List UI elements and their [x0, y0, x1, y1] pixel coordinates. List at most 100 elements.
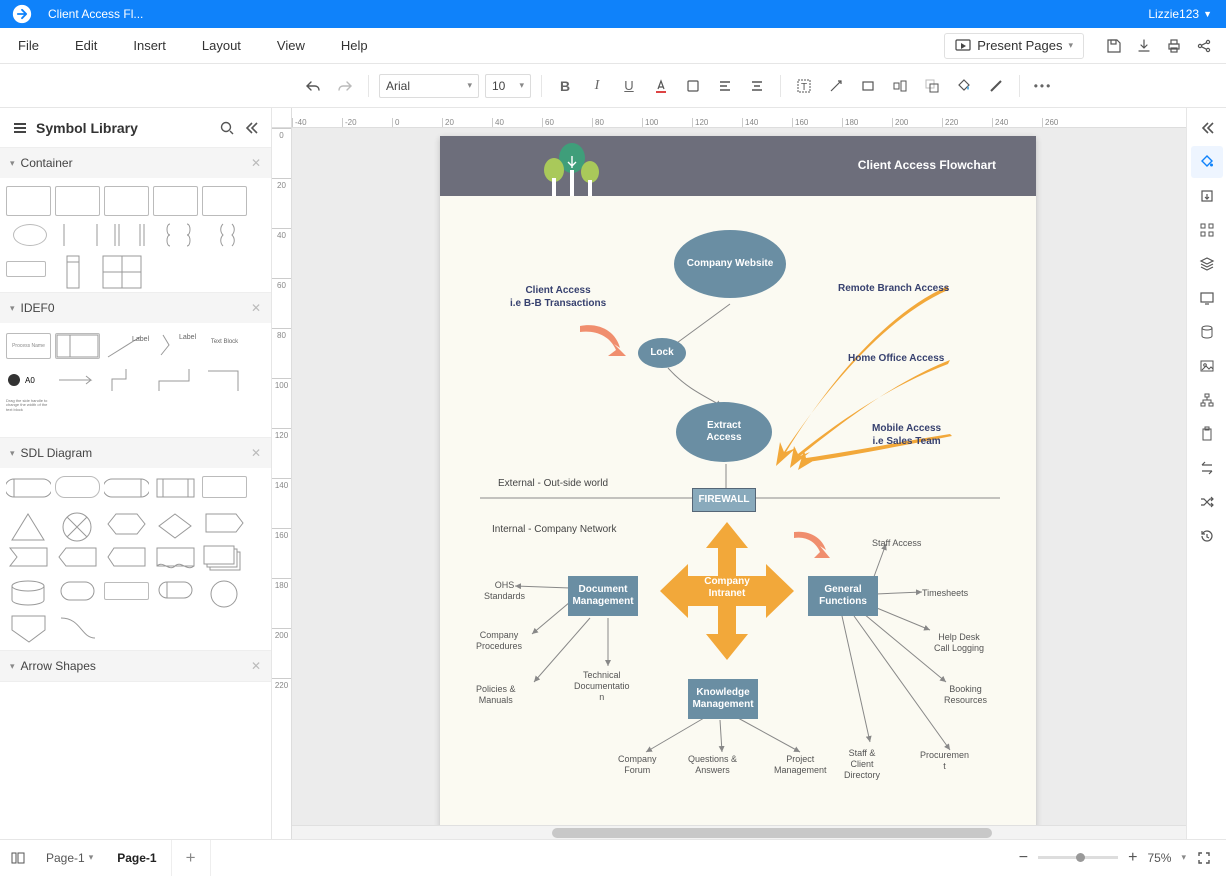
font-color-button[interactable]: [648, 73, 674, 99]
app-logo[interactable]: [0, 0, 44, 28]
save-icon[interactable]: [1106, 38, 1122, 54]
node-document-management[interactable]: Document Management: [568, 576, 638, 616]
close-icon[interactable]: ✕: [251, 659, 261, 673]
font-size-dropdown[interactable]: 10▾: [485, 74, 531, 98]
clipboard-icon[interactable]: [1191, 418, 1223, 450]
shape-item[interactable]: Drag the side handle to change the width…: [6, 399, 51, 429]
node-general-functions[interactable]: General Functions: [808, 576, 878, 616]
sitemap-icon[interactable]: [1191, 384, 1223, 416]
history-icon[interactable]: [1191, 520, 1223, 552]
text-tool-button[interactable]: T: [791, 73, 817, 99]
shape-item[interactable]: [205, 220, 250, 250]
shape-item[interactable]: [104, 365, 149, 395]
menu-insert[interactable]: Insert: [115, 28, 184, 64]
shape-item[interactable]: A0: [6, 365, 51, 395]
export-icon[interactable]: [1191, 180, 1223, 212]
font-family-dropdown[interactable]: Arial▾: [379, 74, 479, 98]
shape-item[interactable]: [104, 476, 149, 506]
shape-item[interactable]: Label: [153, 331, 198, 361]
image-icon[interactable]: [1191, 350, 1223, 382]
shape-item[interactable]: [107, 220, 152, 250]
shape-item[interactable]: [58, 220, 103, 250]
shape-item[interactable]: [202, 186, 247, 216]
search-icon[interactable]: [219, 120, 235, 136]
shape-item[interactable]: [6, 476, 51, 506]
section-header-sdl[interactable]: ▾SDL Diagram✕: [0, 438, 271, 468]
align-objects-button[interactable]: [887, 73, 913, 99]
shape-button[interactable]: [855, 73, 881, 99]
zoom-level[interactable]: 75%: [1147, 851, 1171, 865]
layers-icon[interactable]: [1191, 248, 1223, 280]
expand-panel-icon[interactable]: [1191, 112, 1223, 144]
style-fill-icon[interactable]: [1191, 146, 1223, 178]
close-icon[interactable]: ✕: [251, 156, 261, 170]
zoom-in-button[interactable]: +: [1128, 849, 1137, 867]
shape-item[interactable]: [55, 476, 100, 498]
shape-item[interactable]: Process Name: [6, 333, 51, 359]
menu-file[interactable]: File: [0, 28, 57, 64]
page-selector[interactable]: Page-1▾: [36, 851, 103, 865]
node-company-intranet[interactable]: Company Intranet: [694, 576, 760, 600]
connector-button[interactable]: [823, 73, 849, 99]
shape-item[interactable]: [153, 578, 198, 608]
collapse-panel-icon[interactable]: [243, 120, 259, 136]
zoom-out-button[interactable]: −: [1019, 849, 1028, 867]
user-menu[interactable]: Lizzie123 ▼: [1134, 7, 1226, 21]
outline-button[interactable]: [0, 850, 36, 866]
italic-button[interactable]: I: [584, 73, 610, 99]
group-button[interactable]: [919, 73, 945, 99]
shape-item[interactable]: [104, 186, 149, 216]
underline-button[interactable]: U: [616, 73, 642, 99]
shape-item[interactable]: [104, 544, 149, 574]
line-button[interactable]: [983, 73, 1009, 99]
node-company-website[interactable]: Company Website: [674, 230, 786, 298]
redo-button[interactable]: [332, 73, 358, 99]
shape-item[interactable]: [6, 186, 51, 216]
menu-help[interactable]: Help: [323, 28, 386, 64]
shape-item[interactable]: [13, 224, 47, 246]
shape-item[interactable]: [6, 578, 51, 608]
menu-layout[interactable]: Layout: [184, 28, 259, 64]
arrange-icon[interactable]: [1191, 452, 1223, 484]
shape-item[interactable]: [6, 510, 51, 540]
section-header-idef0[interactable]: ▾IDEF0✕: [0, 293, 271, 323]
shuffle-icon[interactable]: [1191, 486, 1223, 518]
shape-item[interactable]: [55, 186, 100, 216]
download-icon[interactable]: [1136, 38, 1152, 54]
canvas-area[interactable]: -40-200204060801001201401601802002202402…: [272, 108, 1186, 839]
horizontal-scrollbar[interactable]: [292, 825, 1186, 839]
undo-button[interactable]: [300, 73, 326, 99]
shape-item[interactable]: [153, 476, 198, 506]
shape-item[interactable]: [156, 220, 201, 250]
page-canvas[interactable]: Client Access Flowchart: [440, 136, 1036, 825]
bold-button[interactable]: B: [552, 73, 578, 99]
fullscreen-icon[interactable]: [1196, 850, 1212, 866]
present-pages-button[interactable]: Present Pages ▾: [944, 33, 1084, 59]
shape-item[interactable]: [6, 612, 51, 642]
share-icon[interactable]: [1196, 38, 1212, 54]
shape-item[interactable]: [202, 476, 247, 498]
node-extract-access[interactable]: Extract Access: [676, 402, 772, 462]
add-page-button[interactable]: +: [172, 840, 211, 876]
zoom-slider[interactable]: [1038, 856, 1118, 859]
shape-item[interactable]: Label: [104, 331, 149, 361]
shape-item[interactable]: [55, 510, 100, 540]
shape-item[interactable]: [55, 578, 100, 608]
shape-item[interactable]: [99, 254, 144, 284]
shape-item[interactable]: [55, 612, 100, 642]
presentation-icon[interactable]: [1191, 282, 1223, 314]
shape-item[interactable]: [55, 333, 100, 359]
shape-item[interactable]: [202, 510, 247, 540]
menu-edit[interactable]: Edit: [57, 28, 115, 64]
shape-item[interactable]: Text Block: [202, 331, 247, 361]
shape-item[interactable]: [153, 510, 198, 540]
section-header-container[interactable]: ▾Container✕: [0, 148, 271, 178]
shape-item[interactable]: [202, 544, 247, 574]
shape-item[interactable]: [6, 261, 46, 277]
shape-item[interactable]: [104, 510, 149, 540]
database-icon[interactable]: [1191, 316, 1223, 348]
shape-item[interactable]: [202, 365, 247, 395]
grid-icon[interactable]: [1191, 214, 1223, 246]
close-icon[interactable]: ✕: [251, 301, 261, 315]
shape-item[interactable]: [6, 544, 51, 574]
